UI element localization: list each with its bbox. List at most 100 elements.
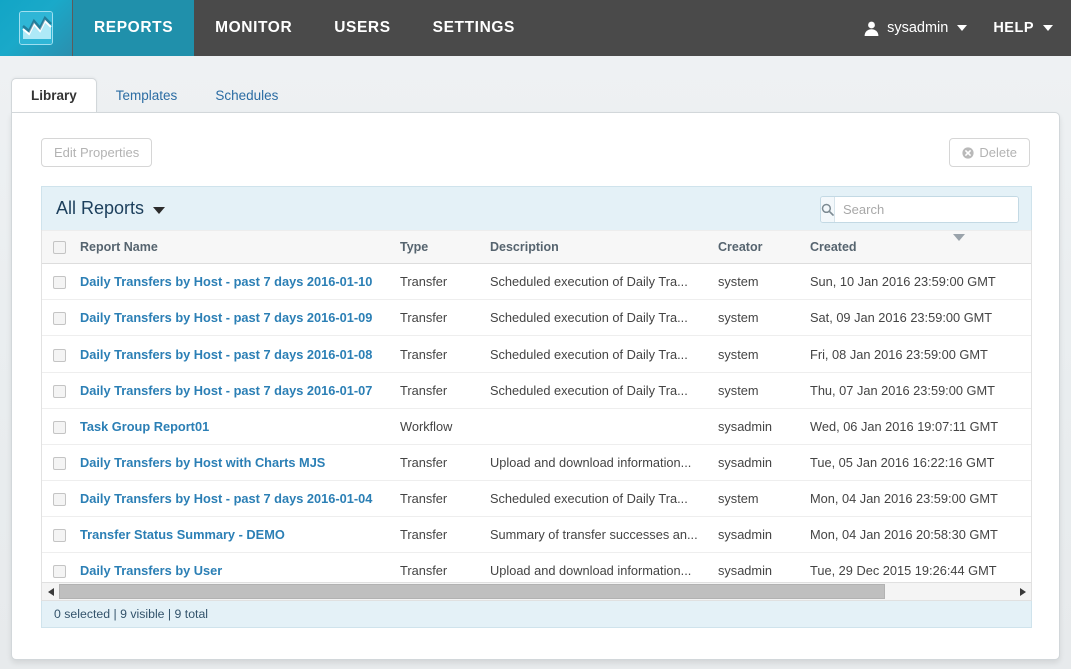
help-menu[interactable]: HELP — [993, 20, 1053, 36]
row-select-cell[interactable] — [42, 408, 74, 445]
nav-users[interactable]: USERS — [313, 0, 411, 56]
created-cell: Tue, 05 Jan 2016 16:22:16 GMT — [804, 444, 1031, 481]
report-type-cell: Transfer — [394, 516, 484, 554]
created-cell: Wed, 06 Jan 2016 19:07:11 GMT — [804, 408, 1031, 445]
creator-cell: sysadmin — [712, 408, 804, 445]
table-row[interactable]: Daily Transfers by Host - past 7 days 20… — [42, 480, 1031, 518]
nav-right-group: sysadmin HELP — [863, 0, 1071, 56]
tab-templates[interactable]: Templates — [97, 78, 197, 112]
row-select-cell[interactable] — [42, 480, 74, 518]
app-logo[interactable] — [0, 0, 73, 56]
tab-schedules[interactable]: Schedules — [196, 78, 297, 112]
nav-reports-label: REPORTS — [94, 19, 174, 36]
tab-library[interactable]: Library — [11, 78, 97, 112]
row-checkbox[interactable] — [53, 493, 66, 507]
report-name-link[interactable]: Transfer Status Summary - DEMO — [80, 527, 285, 542]
table-row[interactable]: Daily Transfers by User Transfer Upload an… — [42, 552, 1031, 582]
row-checkbox[interactable] — [53, 276, 66, 290]
column-header-report-name-label: Report Name — [80, 240, 158, 255]
report-scope-label: All Reports — [56, 198, 145, 218]
row-select-cell[interactable] — [42, 335, 74, 373]
table-row[interactable]: Task Group Report01 Workflow sysadmin Wed, … — [42, 408, 1031, 445]
scrollbar-thumb[interactable] — [59, 584, 886, 599]
nav-monitor[interactable]: MONITOR — [194, 0, 313, 56]
report-name-cell: Transfer Status Summary - DEMO — [74, 516, 394, 554]
report-type-cell: Transfer — [394, 372, 484, 409]
creator-cell: system — [712, 480, 804, 518]
report-name-link[interactable]: Daily Transfers by Host - past 7 days 20… — [80, 491, 372, 506]
report-name-link[interactable]: Task Group Report01 — [80, 419, 209, 434]
report-name-cell: Daily Transfers by Host - past 7 days 20… — [74, 480, 394, 518]
nav-reports[interactable]: REPORTS — [73, 0, 195, 56]
row-checkbox[interactable] — [53, 312, 66, 326]
creator-cell: system — [712, 335, 804, 373]
help-menu-label: HELP — [993, 20, 1034, 36]
report-name-link[interactable]: Daily Transfers by Host - past 7 days 20… — [80, 310, 372, 325]
table-row[interactable]: Daily Transfers by Host - past 7 days 20… — [42, 299, 1031, 337]
report-name-link[interactable]: Daily Transfers by Host with Charts MJS — [80, 455, 325, 470]
report-name-link[interactable]: Daily Transfers by Host - past 7 days 20… — [80, 274, 372, 289]
report-name-cell: Daily Transfers by Host with Charts MJS — [74, 444, 394, 481]
report-name-link[interactable]: Daily Transfers by User — [80, 563, 222, 578]
column-header-creator[interactable]: Creator — [712, 230, 804, 265]
sort-desc-triangle — [953, 234, 965, 241]
creator-cell: system — [712, 372, 804, 409]
row-checkbox[interactable] — [53, 348, 66, 362]
row-checkbox[interactable] — [53, 456, 66, 470]
report-name-link[interactable]: Daily Transfers by Host - past 7 days 20… — [80, 347, 372, 362]
edit-properties-button[interactable]: Edit Properties — [41, 138, 153, 167]
column-header-creator-label: Creator — [718, 240, 763, 255]
row-select-cell[interactable] — [42, 552, 74, 582]
report-scope-selector[interactable]: All Reports — [56, 198, 166, 219]
scrollbar-track[interactable] — [59, 584, 1014, 599]
creator-cell: system — [712, 299, 804, 337]
select-all-checkbox[interactable] — [53, 241, 66, 255]
tab-schedules-label: Schedules — [215, 87, 279, 103]
search-icon — [821, 203, 834, 216]
search-box — [820, 196, 1019, 223]
row-select-cell[interactable] — [42, 372, 74, 409]
table-row[interactable]: Daily Transfers by Host - past 7 days 20… — [42, 372, 1031, 409]
triangle-left-icon — [47, 587, 54, 596]
report-type-cell: Transfer — [394, 299, 484, 337]
table-row[interactable]: Daily Transfers by Host with Charts MJS T… — [42, 444, 1031, 481]
search-button[interactable] — [821, 197, 835, 222]
table-row[interactable]: Daily Transfers by Host - past 7 days 20… — [42, 263, 1031, 301]
search-input[interactable] — [835, 197, 1018, 222]
row-select-cell[interactable] — [42, 299, 74, 337]
column-header-created[interactable]: Created — [804, 230, 1031, 265]
row-select-cell[interactable] — [42, 516, 74, 554]
report-name-link[interactable]: Daily Transfers by Host - past 7 days 20… — [80, 383, 372, 398]
row-checkbox[interactable] — [53, 384, 66, 398]
report-name-cell: Daily Transfers by Host - past 7 days 20… — [74, 263, 394, 301]
table-row[interactable]: Daily Transfers by Host - past 7 days 20… — [42, 335, 1031, 373]
row-checkbox[interactable] — [53, 565, 66, 579]
delete-button[interactable]: Delete — [949, 138, 1030, 167]
row-select-cell[interactable] — [42, 444, 74, 481]
horizontal-scrollbar[interactable] — [41, 582, 1032, 601]
user-menu[interactable]: sysadmin — [863, 20, 968, 37]
nav-settings[interactable]: SETTINGS — [412, 0, 536, 56]
column-header-select[interactable] — [42, 230, 74, 265]
status-bar-text: 0 selected | 9 visible | 9 total — [54, 607, 209, 621]
report-type-cell: Workflow — [394, 408, 484, 445]
tab-library-label: Library — [31, 88, 77, 103]
column-header-description[interactable]: Description — [484, 230, 712, 265]
user-menu-label: sysadmin — [887, 20, 949, 36]
report-name-cell: Task Group Report01 — [74, 408, 394, 445]
column-header-report-name[interactable]: Report Name — [74, 230, 394, 265]
row-checkbox[interactable] — [53, 529, 66, 543]
table-row[interactable]: Transfer Status Summary - DEMO Transfer Su… — [42, 516, 1031, 554]
scroll-left-button[interactable] — [42, 583, 59, 600]
row-select-cell[interactable] — [42, 263, 74, 301]
caret-down-icon — [153, 206, 166, 214]
circle-x-icon — [962, 146, 975, 159]
scroll-right-button[interactable] — [1014, 583, 1031, 600]
row-checkbox[interactable] — [53, 420, 66, 434]
reports-table-body: Daily Transfers by Host - past 7 days 20… — [42, 263, 1031, 582]
nav-monitor-label: MONITOR — [215, 19, 293, 36]
description-cell: Scheduled execution of Daily Tra... — [484, 372, 712, 409]
page-body: Library Templates Schedules Edit Propert… — [0, 56, 1071, 669]
created-cell: Mon, 04 Jan 2016 20:58:30 GMT — [804, 516, 1031, 554]
column-header-type[interactable]: Type — [394, 230, 484, 265]
